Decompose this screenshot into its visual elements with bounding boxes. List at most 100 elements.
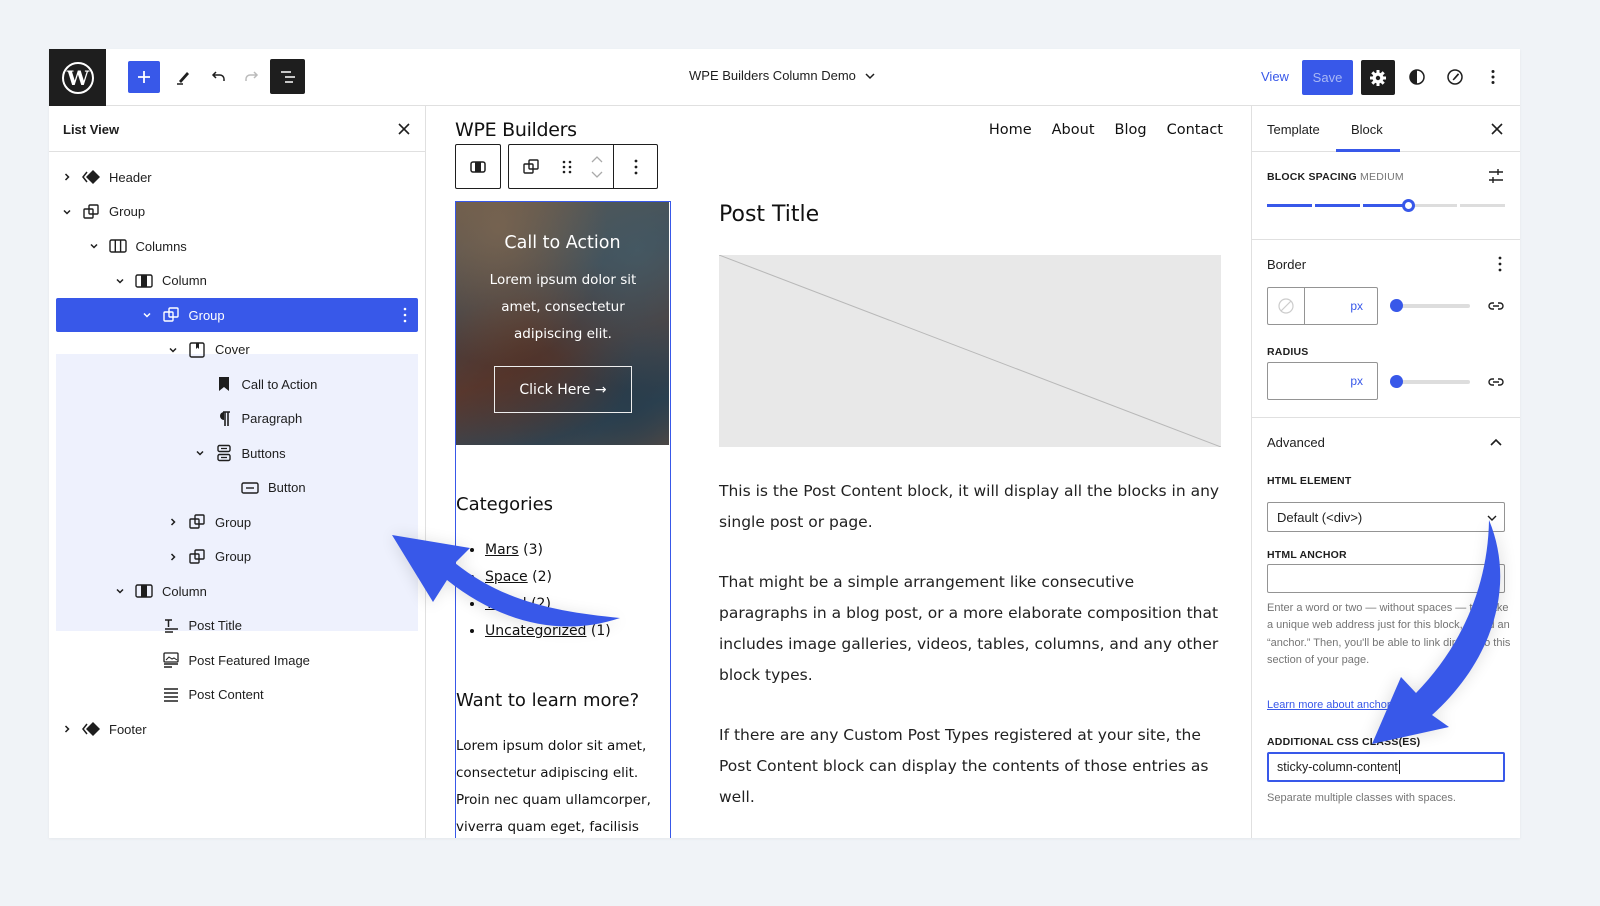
block-spacing-slider[interactable] — [1267, 199, 1505, 212]
border-width-slider[interactable] — [1390, 299, 1470, 312]
move-up-down-buttons[interactable] — [581, 145, 613, 188]
spacing-step[interactable] — [1411, 204, 1457, 207]
nav-item-blog[interactable]: Blog — [1115, 122, 1147, 138]
category-link[interactable]: Uncategorized — [485, 623, 586, 639]
navigation-button[interactable] — [1439, 61, 1471, 93]
add-block-button[interactable] — [128, 61, 160, 93]
list-view-item-post-content[interactable]: Post Content — [56, 678, 418, 712]
list-view-item-group[interactable]: Group — [56, 298, 418, 332]
learn-more-paragraph[interactable]: Lorem ipsum dolor sit amet, consectetur … — [456, 733, 666, 838]
list-view-item-call-to-action[interactable]: Call to Action — [56, 367, 418, 401]
nav-item-contact[interactable]: Contact — [1167, 122, 1223, 138]
nav-item-about[interactable]: About — [1052, 122, 1095, 138]
radius-input[interactable]: px — [1267, 362, 1378, 400]
spacing-step[interactable] — [1459, 204, 1505, 207]
list-view-item-cover[interactable]: Cover — [56, 333, 418, 367]
chevron-down-icon[interactable] — [114, 275, 126, 287]
document-title[interactable]: WPE Builders Column Demo — [689, 68, 876, 83]
redo-button[interactable] — [236, 61, 268, 93]
chevron-up-icon[interactable] — [1489, 436, 1503, 450]
close-icon[interactable] — [395, 120, 413, 138]
drag-handle[interactable] — [553, 145, 581, 188]
anchor-learn-more-link[interactable]: Learn more about anchors — [1267, 699, 1396, 711]
list-view-item-footer[interactable]: Footer — [56, 712, 418, 746]
wordpress-logo[interactable]: W — [49, 49, 106, 106]
close-icon[interactable] — [1488, 120, 1506, 138]
border-color-button[interactable] — [1268, 288, 1305, 324]
chevron-down-icon[interactable] — [167, 344, 179, 356]
view-button[interactable]: View — [1261, 69, 1289, 84]
radius-unit[interactable]: px — [1350, 374, 1363, 388]
spacing-step[interactable] — [1315, 204, 1361, 207]
radius-slider[interactable] — [1390, 375, 1470, 388]
category-link[interactable]: Travel — [485, 596, 527, 612]
chevron-right-icon[interactable] — [61, 171, 73, 183]
tools-button[interactable] — [167, 61, 199, 93]
chevron-down-icon[interactable] — [61, 206, 73, 218]
border-slider-thumb[interactable] — [1390, 299, 1403, 312]
chevron-right-icon[interactable] — [61, 723, 73, 735]
border-width-input[interactable]: px — [1267, 287, 1378, 325]
category-link[interactable]: Space — [485, 569, 528, 585]
settings-button[interactable] — [1361, 60, 1395, 95]
cover-cta-button[interactable]: Click Here → — [494, 366, 632, 413]
learn-more-heading[interactable]: Want to learn more? — [456, 690, 639, 711]
cover-paragraph[interactable]: Lorem ipsum dolor sit amet, consectetur … — [478, 267, 648, 348]
list-view-item-label: Post Title — [188, 618, 242, 633]
block-type-button[interactable] — [509, 145, 553, 188]
list-view-item-button[interactable]: Button — [56, 471, 418, 505]
list-view-item-buttons[interactable]: Buttons — [56, 436, 418, 470]
list-view-item-post-featured-image[interactable]: Post Featured Image — [56, 643, 418, 677]
list-view-item-group[interactable]: Group — [56, 540, 418, 574]
more-options-button[interactable] — [613, 145, 657, 188]
categories-heading[interactable]: Categories — [456, 494, 553, 515]
button-icon — [240, 478, 260, 498]
chevron-down-icon[interactable] — [88, 240, 100, 252]
list-view-item-group[interactable]: Group — [56, 195, 418, 229]
site-title[interactable]: WPE Builders — [455, 119, 577, 141]
editor-canvas[interactable]: WPE Builders Home About Blog Contact Cal… — [427, 106, 1251, 838]
tab-template[interactable]: Template — [1267, 122, 1320, 137]
save-button[interactable]: Save — [1302, 60, 1353, 95]
cover-block[interactable]: Call to Action Lorem ipsum dolor sit ame… — [456, 202, 669, 445]
chevron-right-icon[interactable] — [167, 516, 179, 528]
link-icon[interactable] — [1487, 297, 1505, 315]
selected-group-block[interactable]: Call to Action Lorem ipsum dolor sit ame… — [455, 201, 671, 838]
css-classes-input[interactable]: sticky-column-content — [1267, 752, 1505, 782]
post-content-block[interactable]: This is the Post Content block, it will … — [719, 476, 1224, 838]
radius-slider-thumb[interactable] — [1390, 375, 1403, 388]
cover-heading[interactable]: Call to Action — [456, 233, 669, 253]
spacing-step[interactable] — [1267, 204, 1313, 207]
spacing-slider-thumb[interactable] — [1401, 199, 1415, 212]
parent-column-button[interactable] — [456, 145, 500, 188]
sliders-icon[interactable] — [1487, 167, 1505, 185]
list-view-item-group[interactable]: Group — [56, 505, 418, 539]
html-element-select[interactable]: Default (<div>) — [1267, 502, 1505, 532]
options-button[interactable] — [1477, 61, 1509, 93]
chevron-right-icon[interactable] — [167, 551, 179, 563]
list-view-item-column[interactable]: Column — [56, 574, 418, 608]
list-view-item-header[interactable]: Header — [56, 160, 418, 194]
border-unit[interactable]: px — [1350, 299, 1363, 313]
post-featured-image-placeholder[interactable] — [718, 254, 1222, 448]
list-view-item-post-title[interactable]: Post Title — [56, 609, 418, 643]
anchor-learn-more[interactable]: Learn more about anchors — [1267, 695, 1410, 713]
list-view-item-column[interactable]: Column — [56, 264, 418, 298]
advanced-title[interactable]: Advanced — [1267, 435, 1325, 450]
post-title-block[interactable]: Post Title — [719, 202, 819, 227]
list-view-item-columns[interactable]: Columns — [56, 229, 418, 263]
chevron-down-icon[interactable] — [141, 309, 153, 321]
ellipsis-vertical-icon[interactable] — [1497, 255, 1503, 273]
list-view-button[interactable] — [270, 59, 305, 94]
styles-button[interactable] — [1401, 61, 1433, 93]
ellipsis-vertical-icon[interactable] — [402, 306, 408, 327]
undo-button[interactable] — [202, 61, 234, 93]
html-anchor-input[interactable] — [1267, 564, 1505, 593]
link-icon[interactable] — [1487, 373, 1505, 391]
list-view-item-paragraph[interactable]: Paragraph — [56, 402, 418, 436]
chevron-down-icon[interactable] — [194, 447, 206, 459]
category-link[interactable]: Mars — [485, 542, 519, 558]
tab-block[interactable]: Block — [1351, 122, 1383, 137]
nav-item-home[interactable]: Home — [989, 122, 1032, 138]
chevron-down-icon[interactable] — [114, 585, 126, 597]
